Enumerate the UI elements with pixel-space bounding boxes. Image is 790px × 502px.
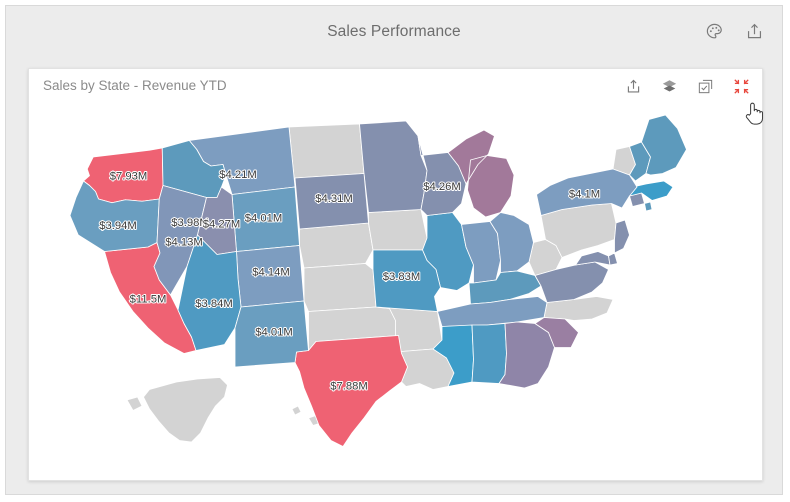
header-action-group <box>702 18 766 44</box>
select-copy-icon[interactable] <box>694 74 716 98</box>
state-value-label-wa: $7.93M <box>110 170 148 182</box>
state-al[interactable] <box>472 324 507 384</box>
state-mn[interactable] <box>360 121 428 213</box>
card-header: Sales by State - Revenue YTD <box>29 69 762 103</box>
state-me[interactable] <box>642 115 687 175</box>
state-value-label-ca: $11.5M <box>130 293 167 305</box>
state-value-label-co: $4.14M <box>252 266 290 278</box>
application-window: Sales Performance <box>5 5 783 495</box>
state-ks[interactable] <box>304 264 376 312</box>
state-ne[interactable] <box>300 223 374 268</box>
state-value-label-wy: $4.01M <box>245 212 283 224</box>
export-icon[interactable] <box>742 18 766 44</box>
state-ia[interactable] <box>369 210 428 251</box>
states-layer <box>70 115 687 447</box>
state-value-label-ut: $4.27M <box>203 218 241 230</box>
collapse-icon[interactable] <box>730 74 752 98</box>
state-ak[interactable] <box>127 378 228 443</box>
state-ri[interactable] <box>645 202 653 211</box>
us-states-map[interactable]: $7.93M$11.5M$7.88M$4.21M$3.94M$3.98M$4.0… <box>37 103 757 478</box>
state-value-label-wi: $4.26M <box>423 181 461 193</box>
state-value-label-tx: $7.88M <box>330 380 368 392</box>
export-icon[interactable] <box>622 74 644 98</box>
state-ga[interactable] <box>499 322 555 388</box>
state-value-label-az: $3.84M <box>195 298 233 310</box>
state-value-label-ny: $4.1M <box>569 188 600 200</box>
visualization-card: Sales by State - Revenue YTD <box>28 68 763 481</box>
state-value-label-nv: $4.13M <box>165 236 203 248</box>
app-header: Sales Performance <box>6 6 782 61</box>
card-title: Sales by State - Revenue YTD <box>43 78 227 93</box>
card-action-group <box>622 74 752 98</box>
state-nj[interactable] <box>615 220 630 253</box>
state-value-label-mt: $4.21M <box>219 169 257 181</box>
choropleth-map[interactable]: $7.93M$11.5M$7.88M$4.21M$3.94M$3.98M$4.0… <box>29 103 763 481</box>
state-value-label-sd: $4.31M <box>315 193 353 205</box>
state-value-label-or: $3.94M <box>99 220 137 232</box>
state-value-label-nm: $4.01M <box>255 326 293 338</box>
page-title: Sales Performance <box>6 23 782 41</box>
layers-icon[interactable] <box>658 74 680 98</box>
theme-palette-icon[interactable] <box>702 18 726 44</box>
state-de[interactable] <box>609 253 618 265</box>
state-value-label-mo: $3.83M <box>383 271 421 283</box>
